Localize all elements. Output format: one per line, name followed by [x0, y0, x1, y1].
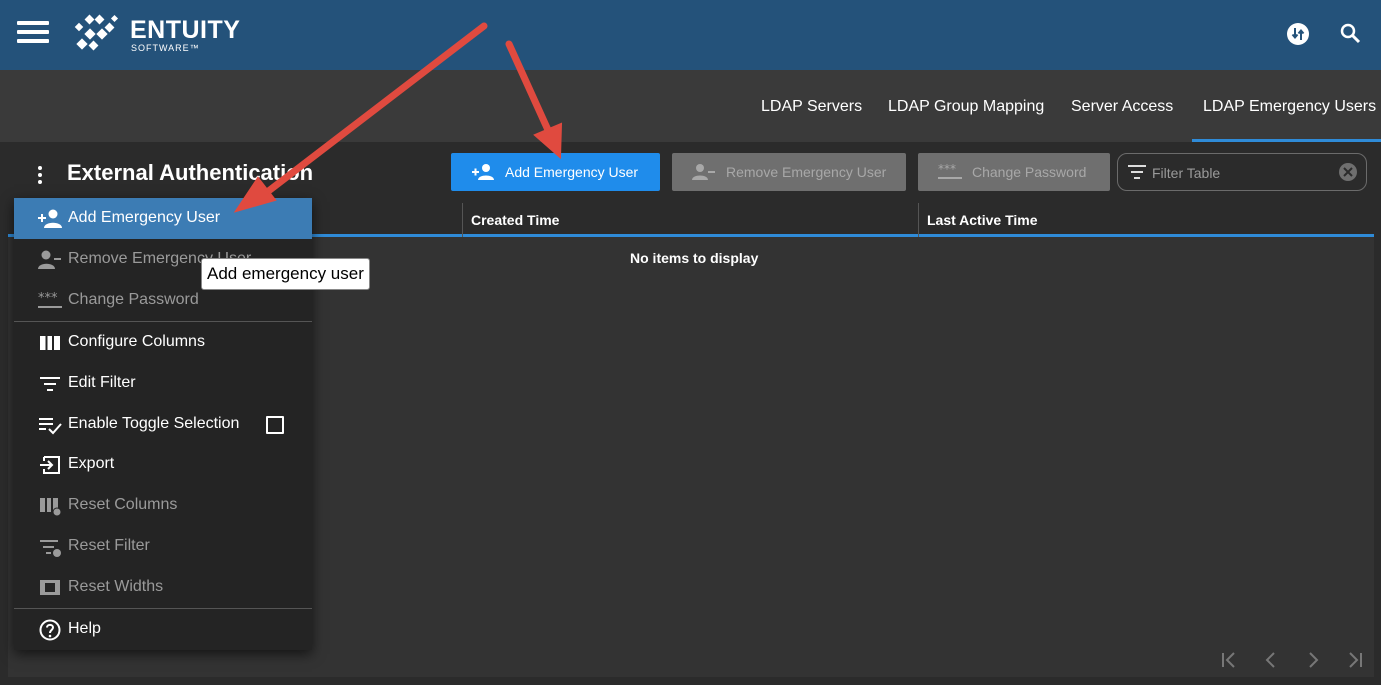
tab-ldap-servers[interactable]: LDAP Servers	[761, 98, 862, 142]
svg-text:***: ***	[38, 291, 58, 306]
app-header: ENTUITY SOFTWARE™	[0, 0, 1381, 70]
columns-icon	[40, 336, 60, 350]
next-page-icon[interactable]	[1301, 648, 1325, 672]
menu-item-reset-columns[interactable]: Reset Columns	[14, 485, 312, 526]
menu-item-help[interactable]: Help	[14, 609, 312, 650]
menu-item-label: Configure Columns	[68, 333, 205, 350]
change-password-label: Change Password	[972, 164, 1087, 180]
menu-item-export[interactable]: Export	[14, 444, 312, 485]
add-emergency-user-label: Add Emergency User	[505, 164, 639, 180]
menu-item-enable-toggle-selection[interactable]: Enable Toggle Selection	[14, 404, 312, 445]
svg-text:***: ***	[938, 163, 956, 176]
filter-table-box	[1117, 153, 1367, 191]
menu-item-label: Reset Columns	[68, 496, 178, 513]
switch-context-icon[interactable]	[1286, 22, 1310, 46]
menu-item-label: Reset Widths	[68, 578, 164, 595]
menu-item-reset-widths[interactable]: Reset Widths	[14, 567, 312, 608]
reset-widths-icon	[40, 580, 60, 595]
first-page-icon[interactable]	[1217, 648, 1241, 672]
menu-item-label: Enable Toggle Selection	[68, 415, 240, 432]
toggle-selection-checkbox[interactable]	[266, 416, 284, 434]
hamburger-menu-icon[interactable]	[17, 21, 49, 43]
page-title: External Authentication	[67, 160, 314, 185]
more-options-icon[interactable]	[32, 164, 48, 186]
clear-filter-icon[interactable]	[1338, 162, 1358, 182]
menu-item-label: Add Emergency User	[68, 209, 221, 226]
menu-item-label: Export	[68, 455, 115, 472]
menu-item-edit-filter[interactable]: Edit Filter	[14, 363, 312, 404]
add-user-icon	[472, 164, 494, 180]
filter-icon	[1128, 165, 1146, 179]
filter-icon	[40, 377, 60, 391]
filter-table-input[interactable]	[1152, 163, 1332, 183]
column-header-last-active-time[interactable]: Last Active Time	[918, 203, 1374, 237]
logo-subtitle: SOFTWARE™	[131, 43, 200, 53]
tab-ldap-emergency-users[interactable]: LDAP Emergency Users	[1192, 98, 1381, 142]
remove-emergency-user-label: Remove Emergency User	[726, 164, 887, 180]
menu-item-label: Edit Filter	[68, 374, 136, 391]
menu-item-add-emergency-user[interactable]: Add Emergency User	[14, 198, 312, 239]
add-user-icon	[38, 209, 62, 228]
tab-bar: LDAP Servers LDAP Group Mapping Server A…	[0, 70, 1381, 142]
change-password-button[interactable]: *** Change Password	[918, 153, 1110, 191]
tooltip: Add emergency user	[201, 258, 370, 290]
tab-server-access[interactable]: Server Access	[1071, 98, 1173, 142]
remove-user-icon	[38, 250, 61, 269]
add-emergency-user-button[interactable]: Add Emergency User	[451, 153, 660, 191]
last-page-icon[interactable]	[1343, 648, 1367, 672]
tab-ldap-group-mapping[interactable]: LDAP Group Mapping	[888, 98, 1044, 142]
previous-page-icon[interactable]	[1259, 648, 1283, 672]
reset-columns-icon	[40, 498, 62, 517]
search-icon[interactable]	[1339, 22, 1363, 46]
remove-emergency-user-button[interactable]: Remove Emergency User	[672, 153, 906, 191]
menu-item-label: Help	[68, 620, 101, 637]
remove-user-icon	[692, 164, 715, 180]
menu-item-label: Reset Filter	[68, 537, 150, 554]
logo-mark-icon	[74, 14, 119, 51]
entuity-logo: ENTUITY SOFTWARE™	[72, 14, 242, 56]
password-icon: ***	[38, 291, 62, 308]
column-header-created-time[interactable]: Created Time	[462, 203, 918, 237]
menu-item-label: Change Password	[68, 291, 199, 308]
password-icon: ***	[938, 163, 962, 179]
help-icon	[39, 619, 61, 641]
empty-table-message: No items to display	[630, 250, 759, 266]
export-icon	[40, 456, 60, 474]
toggle-selection-icon	[39, 418, 62, 435]
menu-item-reset-filter[interactable]: Reset Filter	[14, 526, 312, 567]
reset-filter-icon	[40, 540, 61, 557]
logo-wordmark: ENTUITY	[130, 16, 241, 44]
menu-item-configure-columns[interactable]: Configure Columns	[14, 322, 312, 363]
